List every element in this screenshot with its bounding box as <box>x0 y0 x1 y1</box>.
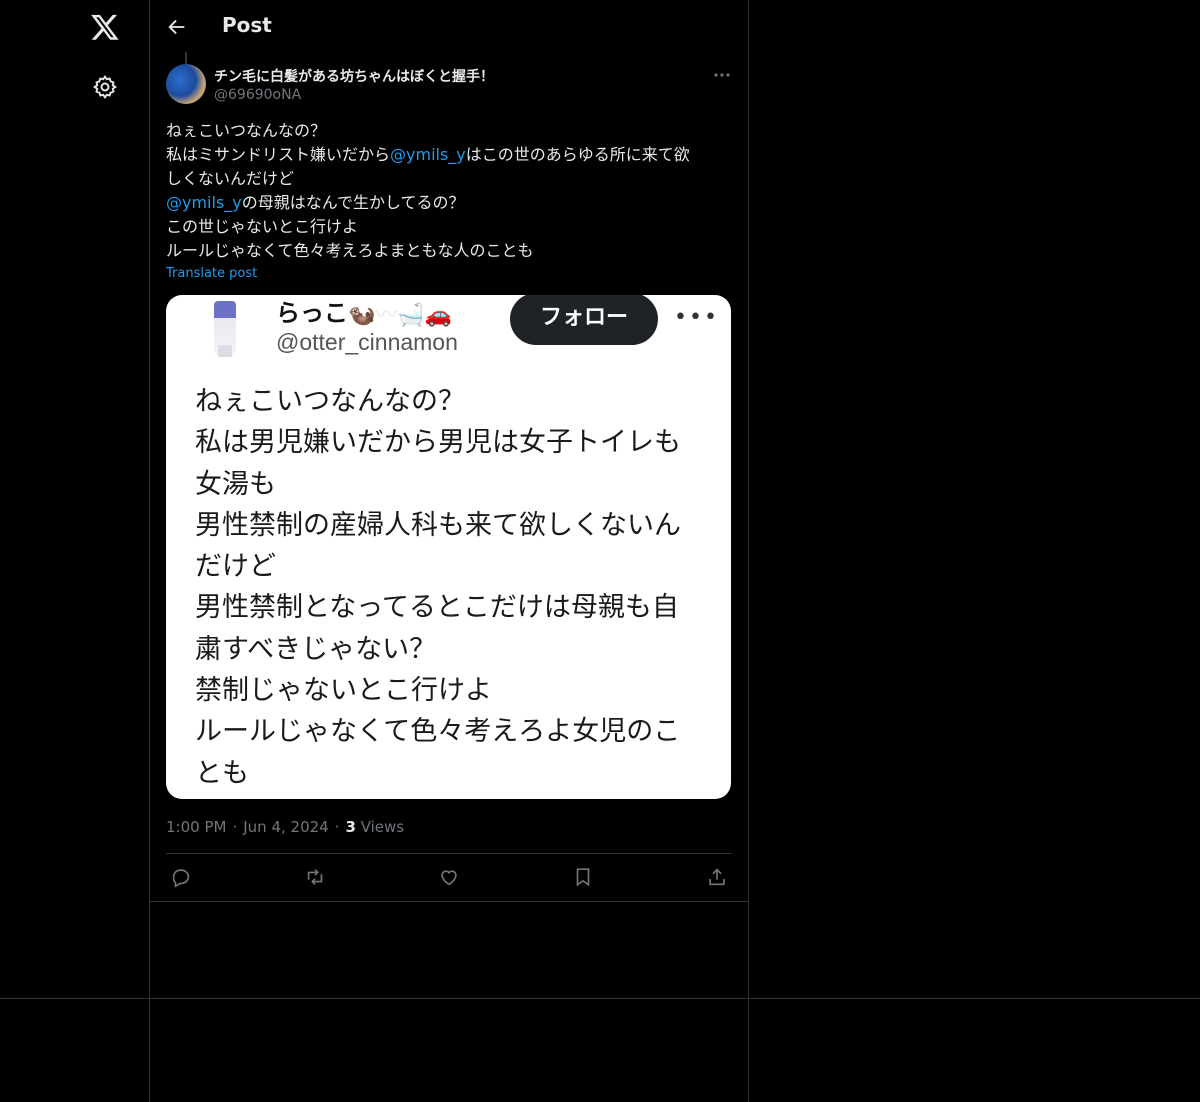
embedded-text-line: 女湯も <box>195 468 276 500</box>
embedded-text-line: 男性禁制の産婦人科も来て欲しくないん <box>195 509 681 541</box>
divider <box>166 853 732 854</box>
post-text-line: @ymils_yの母親はなんで生かしてるの？ <box>166 193 465 212</box>
embedded-text-line: 男性禁制となってるとこだけは母親も自 <box>195 592 679 624</box>
x-logo-icon[interactable] <box>90 12 120 42</box>
share-icon[interactable] <box>706 866 728 888</box>
post-text-line: ねぇこいつなんなの？ <box>166 121 327 140</box>
post-date[interactable]: Jun 4, 2024 <box>243 818 328 836</box>
embedded-text-line: ルールじゃなくて色々考えろよ女児のこ <box>195 716 681 748</box>
arrow-left-icon[interactable] <box>166 16 188 38</box>
embedded-author-name: らっこ <box>276 299 348 327</box>
heart-icon[interactable] <box>438 866 460 888</box>
embedded-more-icon: ••• <box>674 305 719 330</box>
embedded-text-line: とも <box>195 757 249 789</box>
embedded-text-line: ねぇこいつなんなの？ <box>195 386 465 417</box>
translate-post-link[interactable]: Translate post <box>166 266 257 281</box>
post-media-image[interactable]: らっこ 🦦〰🛁🚗 @otter_cinnamon フォロー ••• ねぇこいつな… <box>166 295 731 799</box>
embedded-author-emoji: 🦦〰🛁🚗 <box>348 303 453 328</box>
more-horizontal-icon[interactable] <box>712 66 732 84</box>
post-text: ねぇこいつなんなの？ 私はミサンドリスト嫌いだから@ymils_yはこの世のあら… <box>166 119 731 263</box>
divider <box>748 0 749 1102</box>
post-text-line: しくないんだけど <box>166 169 295 188</box>
author-name[interactable]: チン毛に白髪がある坊ちゃんはぼくと握手！ <box>214 66 494 86</box>
embedded-post-text: ねぇこいつなんなの？ 私は男児嫌いだから男児は女子トイレも 女湯も 男性禁制の産… <box>195 381 715 794</box>
bookmark-icon[interactable] <box>572 866 594 888</box>
post-text-line: ルールじゃなくて色々考えろよまともな人のことも <box>166 241 534 260</box>
post-text-line: 私はミサンドリスト嫌いだから@ymils_yはこの世のあらゆる所に来て欲 <box>166 145 690 164</box>
post-time[interactable]: 1:00 PM <box>166 818 226 836</box>
action-bar <box>166 862 732 892</box>
embedded-follow-button: フォロー <box>510 295 658 345</box>
embedded-avatar-cap <box>218 345 232 357</box>
mention-link[interactable]: @ymils_y <box>166 193 242 212</box>
gear-icon[interactable] <box>92 74 118 100</box>
thread-connector <box>185 52 187 64</box>
page-title: Post <box>222 13 272 37</box>
divider <box>150 901 748 902</box>
embedded-text-line: 禁制じゃないとこ行けよ <box>195 675 492 707</box>
post-meta: 1:00 PM · Jun 4, 2024 · 3 Views <box>166 818 405 836</box>
views-count: 3 <box>345 818 356 836</box>
page-header: Post <box>150 0 748 54</box>
avatar[interactable] <box>166 64 206 104</box>
left-rail <box>0 0 149 1102</box>
embedded-text-line: だけど <box>195 551 276 583</box>
post-text-line: この世じゃないとこ行けよ <box>166 217 359 236</box>
embedded-author-handle: @otter_cinnamon <box>276 329 458 355</box>
author-handle[interactable]: @69690oNA <box>214 87 301 103</box>
embedded-text-line: 粛すべきじゃない？ <box>195 633 437 665</box>
repost-icon[interactable] <box>304 866 326 888</box>
divider <box>0 998 1200 999</box>
mention-link[interactable]: @ymils_y <box>390 145 466 164</box>
reply-icon[interactable] <box>170 866 192 888</box>
views-label: Views <box>360 818 405 836</box>
divider <box>149 0 150 1102</box>
embedded-text-line: 私は男児嫌いだから男児は女子トイレも <box>195 427 681 459</box>
